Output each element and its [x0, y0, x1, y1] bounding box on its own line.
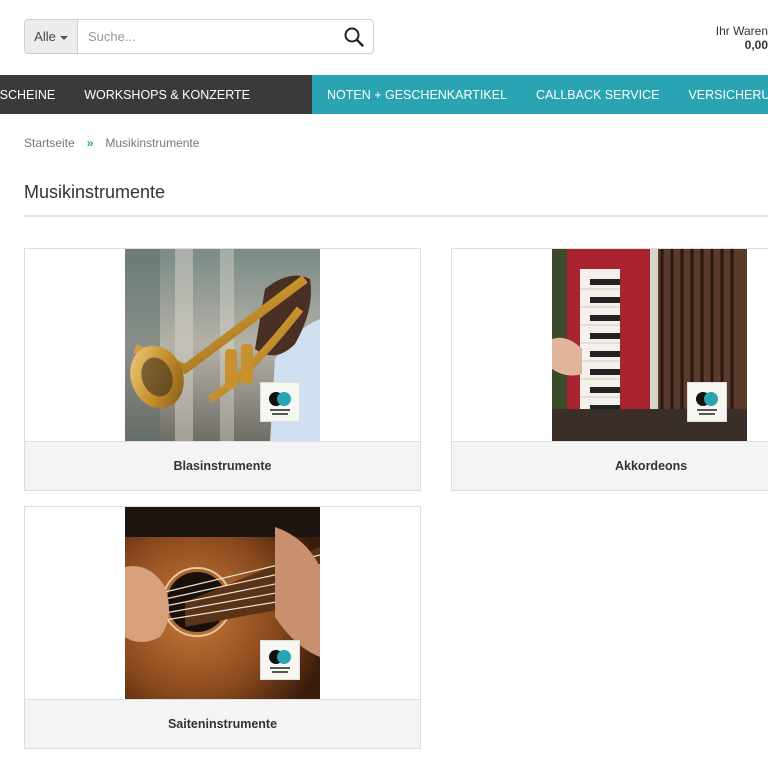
brand-logo-badge: [260, 382, 300, 422]
category-card-akkordeons[interactable]: Akkordeons: [451, 248, 768, 491]
page-title: Musikinstrumente: [24, 182, 166, 202]
caret-down-icon: [59, 35, 68, 40]
cart-amount: 0,00: [744, 38, 768, 52]
nav-item-noten[interactable]: NOTEN + GESCHENKARTIKEL: [327, 88, 507, 102]
category-card-blasinstrumente[interactable]: Blasinstrumente: [24, 248, 421, 491]
category-label: Blasinstrumente: [25, 441, 420, 490]
title-divider: [24, 215, 768, 217]
breadcrumb-current: Musikinstrumente: [105, 136, 200, 150]
guitar-photo: [125, 507, 320, 700]
nav-teal-section: NOTEN + GESCHENKARTIKEL CALLBACK SERVICE…: [312, 75, 768, 114]
category-card-saiteninstrumente[interactable]: Saiteninstrumente: [24, 506, 421, 749]
search-button[interactable]: [335, 20, 373, 53]
nav-item-gutscheine[interactable]: TSCHEINE: [0, 88, 55, 102]
nav-item-versicherung[interactable]: VERSICHERUNG: [688, 88, 768, 102]
search-category-dropdown[interactable]: Alle: [25, 20, 78, 53]
search-icon: [344, 27, 364, 47]
breadcrumb-home-link[interactable]: Startseite: [24, 136, 75, 150]
search-input[interactable]: [78, 20, 335, 53]
cart-label: Ihr Waren: [715, 24, 768, 38]
main-nav: TSCHEINE WORKSHOPS & KONZERTE NOTEN + GE…: [0, 75, 768, 114]
search-bar: Alle: [24, 19, 374, 54]
category-label: Akkordeons: [452, 441, 768, 490]
trumpet-photo: [125, 249, 320, 442]
accordion-photo: [552, 249, 747, 442]
cart-summary[interactable]: Ihr Waren 0,00: [716, 24, 768, 52]
category-label: Saiteninstrumente: [25, 699, 420, 748]
search-category-label: Alle: [34, 29, 56, 44]
brand-logo-badge: [687, 382, 727, 422]
nav-dark-section: TSCHEINE WORKSHOPS & KONZERTE: [0, 75, 312, 114]
nav-item-workshops[interactable]: WORKSHOPS & KONZERTE: [84, 88, 250, 102]
breadcrumb: Startseite » Musikinstrumente: [24, 136, 199, 150]
breadcrumb-separator: »: [86, 136, 94, 150]
nav-item-callback[interactable]: CALLBACK SERVICE: [536, 88, 659, 102]
brand-logo-badge: [260, 640, 300, 680]
